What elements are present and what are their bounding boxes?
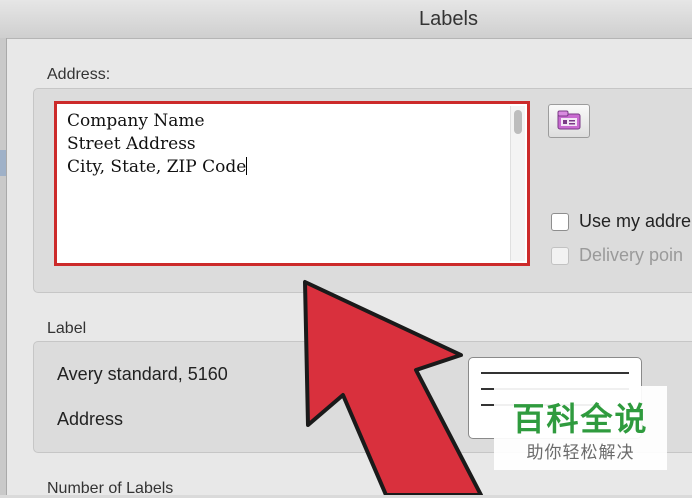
- watermark-subtitle: 助你轻松解决: [526, 443, 635, 462]
- watermark-title: 百科全说: [512, 401, 649, 437]
- watermark: 百科全说 助你轻松解决: [494, 386, 667, 470]
